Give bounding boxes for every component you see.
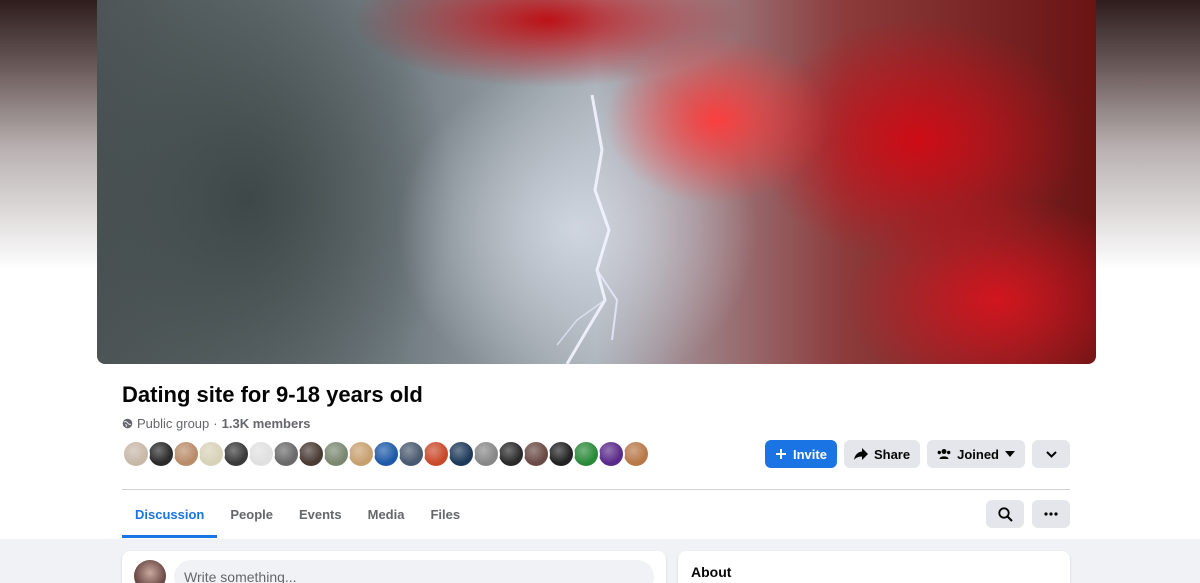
member-count[interactable]: 1.3K members bbox=[222, 416, 311, 431]
tab-discussion[interactable]: Discussion bbox=[122, 491, 218, 538]
group-tab-bar: Discussion People Events Media Files bbox=[122, 491, 473, 538]
caret-down-icon bbox=[1005, 451, 1015, 457]
member-avatar[interactable] bbox=[172, 440, 200, 468]
more-button[interactable] bbox=[1032, 500, 1070, 528]
joined-label: Joined bbox=[957, 446, 999, 462]
member-avatar[interactable] bbox=[122, 440, 150, 468]
member-avatar[interactable] bbox=[272, 440, 300, 468]
header-divider bbox=[122, 489, 1070, 490]
more-horizontal-icon bbox=[1044, 512, 1058, 516]
member-avatar[interactable] bbox=[222, 440, 250, 468]
tab-files[interactable]: Files bbox=[417, 491, 473, 538]
member-avatar[interactable] bbox=[597, 440, 625, 468]
member-avatar[interactable] bbox=[397, 440, 425, 468]
member-avatar[interactable] bbox=[297, 440, 325, 468]
member-avatar[interactable] bbox=[622, 440, 650, 468]
member-avatar[interactable] bbox=[572, 440, 600, 468]
plus-icon bbox=[775, 448, 787, 460]
globe-icon bbox=[122, 418, 133, 429]
group-meta: Public group · 1.3K members bbox=[122, 416, 311, 431]
tab-actions bbox=[986, 500, 1070, 528]
member-avatar[interactable] bbox=[472, 440, 500, 468]
invite-button[interactable]: Invite bbox=[764, 440, 837, 468]
member-avatar[interactable] bbox=[247, 440, 275, 468]
group-action-bar: Invite Share Joined bbox=[764, 440, 1070, 468]
share-button[interactable]: Share bbox=[843, 440, 921, 468]
write-post-input[interactable]: Write something... bbox=[174, 560, 654, 583]
joined-button[interactable]: Joined bbox=[927, 440, 1025, 468]
member-avatar[interactable] bbox=[447, 440, 475, 468]
about-card: About bbox=[678, 551, 1070, 583]
post-composer: Write something... bbox=[122, 551, 666, 583]
privacy-label[interactable]: Public group bbox=[137, 416, 209, 431]
chevron-down-icon bbox=[1045, 450, 1057, 458]
member-avatar[interactable] bbox=[372, 440, 400, 468]
share-label: Share bbox=[873, 446, 911, 462]
member-avatar[interactable] bbox=[522, 440, 550, 468]
tab-media[interactable]: Media bbox=[355, 491, 418, 538]
tab-people[interactable]: People bbox=[217, 491, 286, 538]
current-user-avatar[interactable] bbox=[134, 560, 166, 583]
tab-label: People bbox=[230, 507, 273, 522]
tab-label: Events bbox=[298, 507, 342, 522]
lightning-bolt bbox=[556, 94, 619, 364]
group-title[interactable]: Dating site for 9-18 years old bbox=[122, 382, 423, 408]
about-title: About bbox=[691, 564, 732, 580]
member-avatar[interactable] bbox=[347, 440, 375, 468]
people-icon bbox=[937, 448, 951, 460]
member-avatar[interactable] bbox=[322, 440, 350, 468]
search-group-button[interactable] bbox=[986, 500, 1024, 528]
member-avatar[interactable] bbox=[197, 440, 225, 468]
meta-separator: · bbox=[213, 416, 218, 431]
member-avatar[interactable] bbox=[422, 440, 450, 468]
more-options-dropdown-button[interactable] bbox=[1032, 440, 1070, 468]
tab-label: Files bbox=[430, 507, 461, 522]
member-avatar-row[interactable] bbox=[122, 440, 650, 468]
member-avatar[interactable] bbox=[497, 440, 525, 468]
invite-label: Invite bbox=[792, 446, 827, 462]
member-avatar[interactable] bbox=[147, 440, 175, 468]
group-cover-photo[interactable] bbox=[97, 0, 1096, 364]
tab-label: Media bbox=[367, 507, 405, 522]
tab-label: Discussion bbox=[135, 507, 205, 522]
member-avatar[interactable] bbox=[547, 440, 575, 468]
search-icon bbox=[997, 506, 1013, 522]
tab-events[interactable]: Events bbox=[286, 491, 355, 538]
share-arrow-icon bbox=[853, 448, 868, 460]
